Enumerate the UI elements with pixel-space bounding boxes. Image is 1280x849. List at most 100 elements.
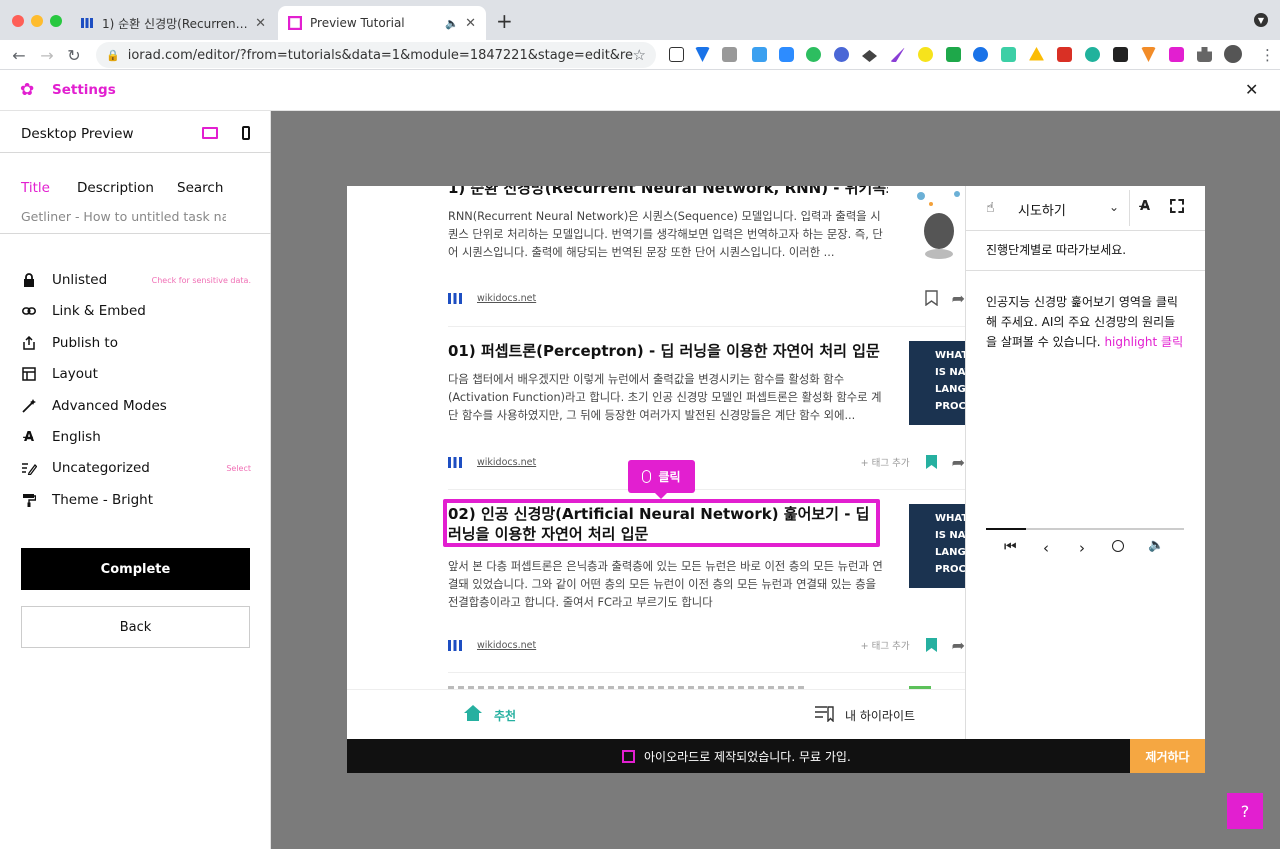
add-tag-button[interactable]: + 태그 추가 [861,455,910,469]
complete-button[interactable]: Complete [21,548,250,590]
title-input[interactable]: Getliner - How to untitled task na [21,209,226,224]
bookmark-filled-icon[interactable] [925,454,939,470]
source-link[interactable]: wikidocs.net [477,640,861,651]
nav-home[interactable]: 추천 [463,704,516,726]
url-bar[interactable]: 🔒 iorad.com/editor/?from=tutorials&data=… [96,42,656,68]
next-step-icon[interactable]: › [1079,539,1085,557]
reload-icon[interactable]: ↻ [63,44,85,66]
bookmark-filled-icon[interactable] [925,637,939,653]
mobile-preview-icon[interactable] [242,126,250,140]
extension-send-icon[interactable] [1113,47,1128,62]
menu-item-layout[interactable]: Layout [21,362,251,386]
back-icon[interactable]: ← [8,44,30,66]
extension-flower-icon[interactable] [834,47,849,62]
extension-feather-icon[interactable] [890,47,905,62]
extension-evernote-icon[interactable] [806,47,821,62]
extension-v-icon[interactable] [695,47,710,62]
maximize-window-button[interactable] [50,15,62,27]
tab-title[interactable]: Title [21,180,50,196]
mode-select-label[interactable]: 시도하기 [1018,200,1066,219]
lock-icon: 🔒 [106,48,120,62]
chrome-menu-icon[interactable]: ⋮ [1260,46,1275,64]
menu-item-theme[interactable]: Theme - Bright [21,488,251,512]
share-arrow-icon[interactable]: ➦ [952,289,965,308]
bookmark-outline-icon[interactable] [924,290,939,307]
menu-item-category[interactable]: Uncategorized Select [21,456,251,480]
new-tab-button[interactable]: + [496,9,513,33]
profile-avatar[interactable] [1224,45,1242,63]
instruction-highlight: highlight 클릭 [1104,335,1184,349]
close-window-button[interactable] [12,15,24,27]
help-button[interactable]: ? [1227,793,1263,829]
sensitive-data-link[interactable]: Check for sensitive data. [152,276,251,285]
extension-n-icon[interactable] [1001,47,1016,62]
menu-item-unlisted[interactable]: Unlisted Check for sensitive data. [21,268,251,292]
back-button[interactable]: Back [21,606,250,648]
extension-camera-icon[interactable] [722,47,737,62]
extensions-puzzle-icon[interactable] [1197,47,1212,62]
translate-icon[interactable]: A̶ [1140,199,1150,214]
share-arrow-icon[interactable]: ➦ [952,453,965,472]
share-arrow-icon[interactable]: ➦ [952,636,965,655]
menu-item-language[interactable]: A̶ English [21,425,251,449]
extension-circle-icon[interactable] [1085,47,1100,62]
audio-icon[interactable]: 🔈 [1148,538,1164,553]
extension-chart-icon[interactable] [1057,47,1072,62]
tab-search[interactable]: Search [177,180,223,196]
menu-item-advanced-modes[interactable]: Advanced Modes [21,394,251,418]
chevron-down-icon[interactable]: ⌄ [1109,200,1119,214]
select-category-link[interactable]: Select [226,464,251,473]
minimize-window-button[interactable] [31,15,43,27]
bookmark-star-icon[interactable]: ☆ [633,46,646,64]
tab-close-icon[interactable]: ✕ [255,16,266,31]
article-title[interactable]: 01) 퍼셉트론(Perceptron) - 딥 러닝을 이용한 자연어 처리 … [448,341,888,361]
menu-item-link-embed[interactable]: Link & Embed [21,299,251,323]
browser-tab-wikidocs[interactable]: 1) 순환 신경망(Recurrent Neural ✕ [70,6,276,40]
home-icon [463,704,483,726]
article-title[interactable]: 1) 순환 신경망(Recurrent Neural Network, RNN)… [448,186,888,198]
nav-highlights-label: 내 하이라이트 [845,708,916,723]
menu-label: Link & Embed [52,303,146,319]
extension-check-icon[interactable] [946,47,961,62]
extension-wave-icon[interactable] [973,47,988,62]
extension-notion-icon[interactable] [669,47,684,62]
browser-tab-preview[interactable]: Preview Tutorial 🔈 ✕ [278,6,486,40]
menu-label: Uncategorized [52,460,150,476]
menu-label: Advanced Modes [52,398,167,414]
remove-branding-button[interactable]: 제거하다 [1130,739,1205,773]
article-title[interactable]: 02) 인공 신경망(Artificial Neural Network) 훑어… [448,504,878,544]
nav-highlights[interactable]: 내 하이라이트 [814,704,915,726]
fullscreen-icon[interactable] [1170,199,1184,213]
close-settings-button[interactable]: ✕ [1245,80,1258,99]
wikidocs-logo-icon [448,638,462,652]
article-rnn: 1) 순환 신경망(Recurrent Neural Network, RNN)… [448,186,888,262]
first-step-icon[interactable]: ⏮ [1004,539,1017,555]
menu-item-publish[interactable]: Publish to [21,331,251,355]
extension-drive-icon[interactable] [1029,47,1044,61]
bottom-nav: 추천 내 하이라이트 [347,689,965,739]
translate-icon: A̶ [23,429,35,445]
add-tag-button[interactable]: + 태그 추가 [861,638,910,652]
tab-close-icon[interactable]: ✕ [465,16,476,31]
divider [0,152,271,153]
extension-bird-icon[interactable] [862,50,877,62]
desktop-preview-icon[interactable] [202,127,218,139]
speaker-icon[interactable]: 🔈 [445,17,459,30]
zoom-out-icon[interactable] [1112,540,1124,552]
extension-pen-icon[interactable] [752,47,767,62]
thumb-text: WHAT [935,350,965,361]
forward-icon[interactable]: → [36,44,58,66]
nav-home-label: 추천 [494,708,517,723]
tab-description[interactable]: Description [77,180,154,196]
prev-step-icon[interactable]: ‹ [1043,539,1049,557]
extension-z-icon[interactable] [918,47,933,62]
menu-label: Theme - Bright [52,492,153,508]
thumb-text: WHAT [935,513,965,524]
browser-tab-strip: 1) 순환 신경망(Recurrent Neural ✕ Preview Tut… [0,0,1280,40]
tab-search-icon[interactable]: ▼ [1254,13,1268,27]
extension-iorad-icon[interactable] [1169,47,1184,62]
extension-zoom-icon[interactable] [779,47,794,62]
banner-message[interactable]: 아이오라드로 제작되었습니다. 무료 가입. [622,748,851,765]
extension-heart-icon[interactable] [1141,47,1156,62]
source-link[interactable]: wikidocs.net [477,293,910,304]
